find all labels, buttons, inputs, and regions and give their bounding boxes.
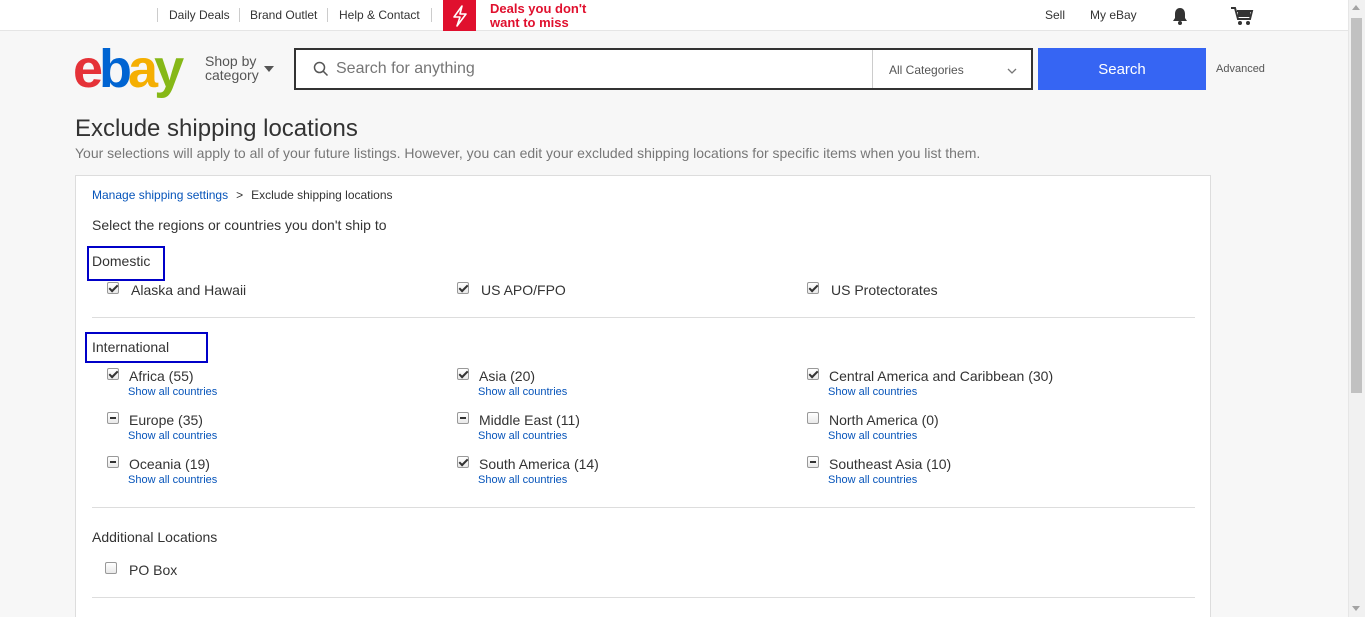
show-all-countries-link[interactable]: Show all countries [128, 386, 217, 398]
breadcrumb: Manage shipping settings > Exclude shippin… [92, 188, 393, 202]
checkbox-europe[interactable] [107, 412, 119, 424]
option-label: Oceania (19) [129, 456, 210, 472]
top-bar: Daily Deals Brand Outlet Help & Contact … [0, 0, 1348, 31]
scroll-down-arrow-icon[interactable] [1352, 606, 1360, 611]
checkbox-central-america[interactable] [807, 368, 819, 380]
checkbox-alaska-hawaii[interactable] [107, 282, 119, 294]
cart-icon[interactable] [1230, 6, 1254, 31]
show-all-countries-link[interactable]: Show all countries [478, 430, 567, 442]
exclusion-panel: Manage shipping settings > Exclude shippin… [75, 175, 1211, 617]
show-all-countries-link[interactable]: Show all countries [828, 430, 917, 442]
option-label: North America (0) [829, 412, 939, 428]
page-subtitle: Your selections will apply to all of you… [75, 145, 981, 161]
logo-letter: e [73, 39, 103, 99]
logo-letter: a [128, 39, 158, 99]
shop-by-line1: Shop by [205, 53, 257, 69]
chevron-down-icon [1007, 63, 1017, 81]
scrollbar-thumb[interactable] [1351, 18, 1362, 393]
international-heading: International [92, 339, 170, 355]
shop-by-line2: category [205, 67, 259, 83]
option-label: Middle East (11) [479, 412, 580, 428]
option-label: South America (14) [479, 456, 599, 472]
checkbox-us-protectorates[interactable] [807, 282, 819, 294]
divider [327, 8, 328, 22]
divider [239, 8, 240, 22]
logo-letter: y [154, 39, 184, 99]
search-input[interactable] [336, 58, 856, 80]
lightning-icon[interactable] [443, 0, 476, 31]
checkbox-south-america[interactable] [457, 456, 469, 468]
bell-icon[interactable] [1171, 7, 1189, 30]
my-ebay-link[interactable]: My eBay [1090, 8, 1137, 22]
divider [92, 597, 1195, 598]
shop-by-category-button[interactable]: Shop by category [205, 54, 259, 82]
additional-locations-heading: Additional Locations [92, 529, 218, 545]
option-label: PO Box [129, 562, 178, 578]
logo-letter: b [99, 39, 132, 99]
page-title: Exclude shipping locations [75, 115, 358, 142]
option-label: US APO/FPO [481, 282, 566, 298]
scroll-up-arrow-icon[interactable] [1352, 5, 1360, 10]
divider [157, 8, 158, 22]
option-label: Asia (20) [479, 368, 536, 384]
search-icon [313, 61, 329, 82]
search-bar: All Categories [294, 48, 1033, 90]
checkbox-north-america[interactable] [807, 412, 819, 424]
checkbox-po-box[interactable] [105, 562, 117, 574]
sell-link[interactable]: Sell [1045, 8, 1065, 22]
option-label: Alaska and Hawaii [131, 282, 247, 298]
breadcrumb-parent-link[interactable]: Manage shipping settings [92, 188, 228, 202]
show-all-countries-link[interactable]: Show all countries [128, 474, 217, 486]
search-button[interactable]: Search [1038, 48, 1206, 90]
checkbox-oceania[interactable] [107, 456, 119, 468]
checkbox-us-apo-fpo[interactable] [457, 282, 469, 294]
deals-promo-line1: Deals you don't [490, 1, 587, 16]
option-label: Central America and Caribbean (30) [829, 368, 1054, 384]
breadcrumb-current: Exclude shipping locations [251, 188, 393, 202]
option-label: Southeast Asia (10) [829, 456, 952, 472]
option-label: Europe (35) [129, 412, 203, 428]
divider [92, 317, 1195, 318]
category-select[interactable]: All Categories [872, 50, 1031, 88]
category-selected-value: All Categories [889, 63, 964, 77]
checkbox-asia[interactable] [457, 368, 469, 380]
brand-outlet-link[interactable]: Brand Outlet [250, 8, 317, 22]
breadcrumb-separator: > [236, 188, 244, 202]
deals-promo[interactable]: Deals you don't want to miss [490, 2, 586, 30]
option-label: US Protectorates [831, 282, 938, 298]
checkbox-middle-east[interactable] [457, 412, 469, 424]
option-label: Africa (55) [129, 368, 194, 384]
advanced-search-link[interactable]: Advanced [1216, 63, 1265, 75]
show-all-countries-link[interactable]: Show all countries [478, 474, 567, 486]
show-all-countries-link[interactable]: Show all countries [828, 386, 917, 398]
help-contact-link[interactable]: Help & Contact [339, 8, 420, 22]
divider [92, 507, 1195, 508]
checkbox-africa[interactable] [107, 368, 119, 380]
checkbox-southeast-asia[interactable] [807, 456, 819, 468]
ebay-logo[interactable]: ebay [73, 39, 184, 99]
divider [431, 8, 432, 22]
show-all-countries-link[interactable]: Show all countries [828, 474, 917, 486]
instruction-text: Select the regions or countries you don'… [92, 217, 387, 233]
domestic-heading: Domestic [92, 253, 151, 269]
daily-deals-link[interactable]: Daily Deals [169, 8, 230, 22]
deals-promo-line2: want to miss [490, 15, 569, 30]
caret-down-icon[interactable] [264, 66, 274, 72]
show-all-countries-link[interactable]: Show all countries [128, 430, 217, 442]
show-all-countries-link[interactable]: Show all countries [478, 386, 567, 398]
